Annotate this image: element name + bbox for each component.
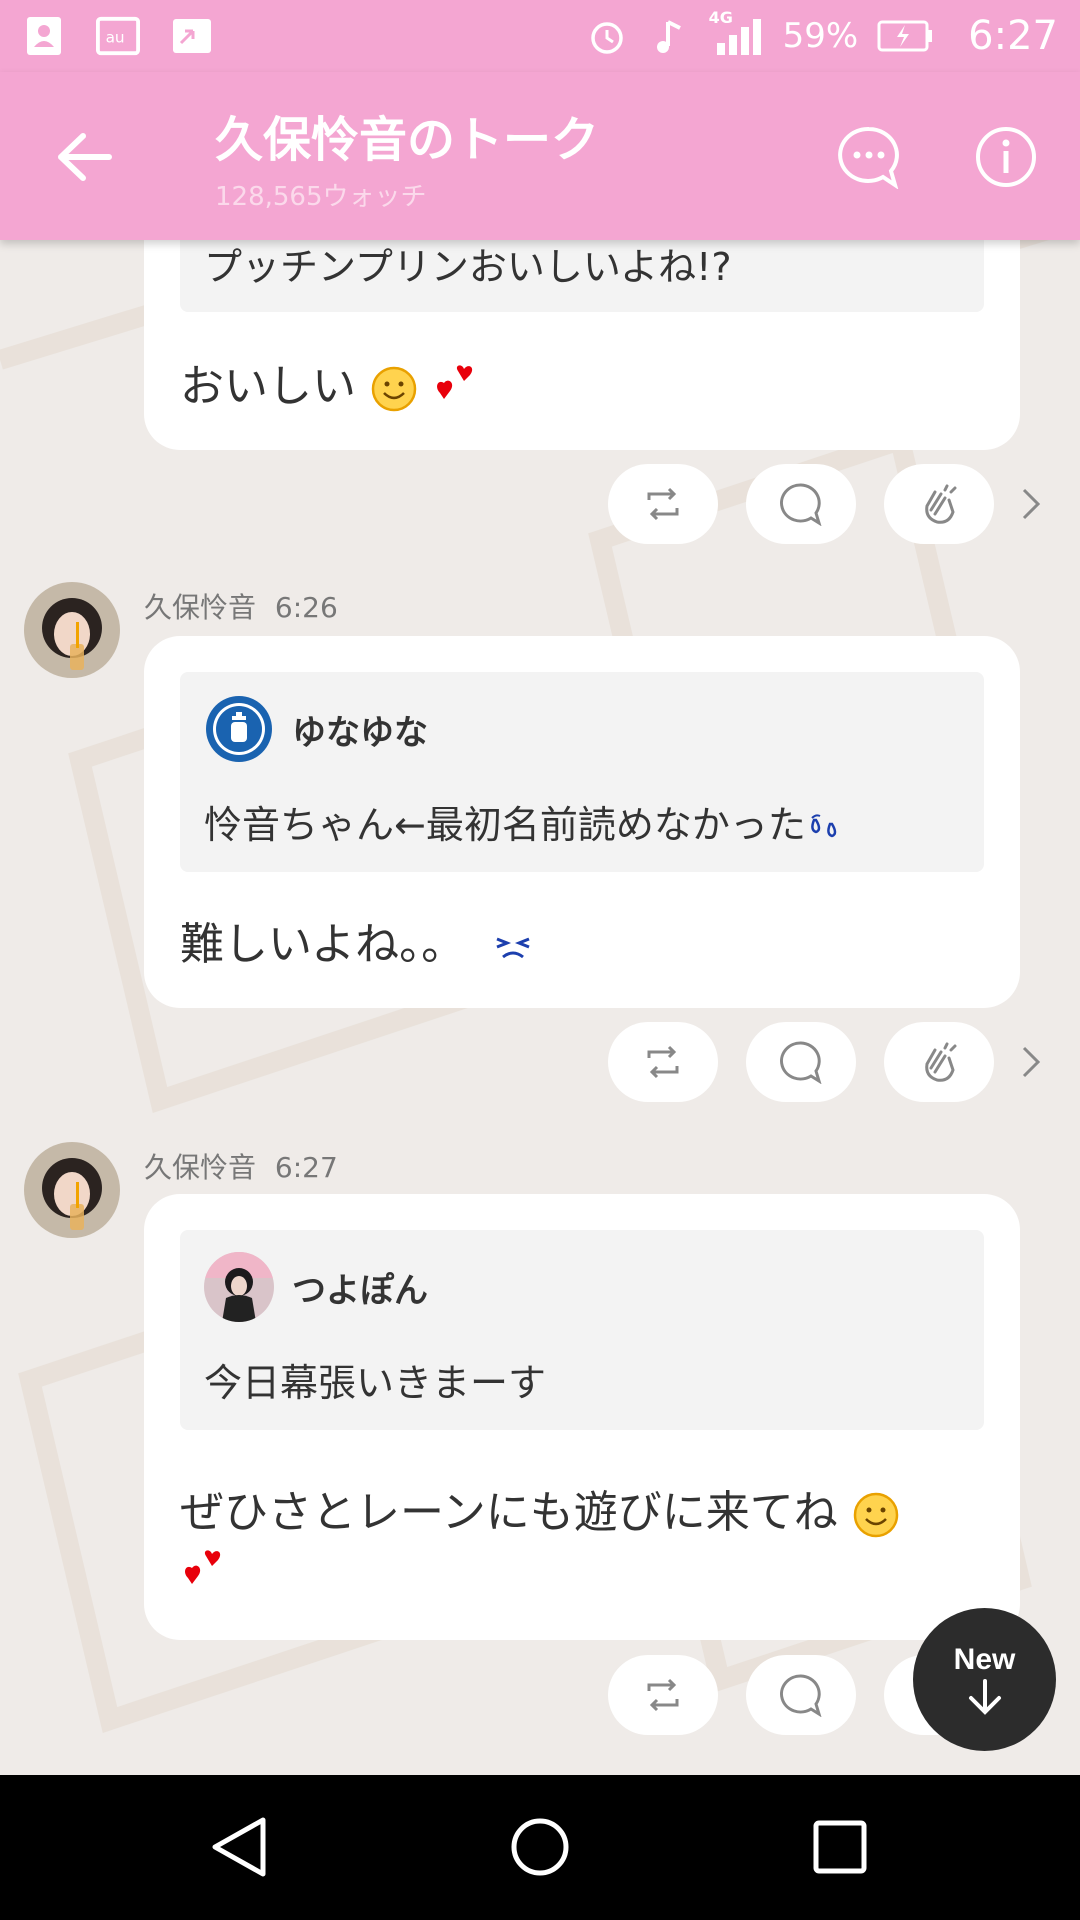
comment-button[interactable]	[746, 1022, 856, 1102]
smile-emoji-icon	[371, 366, 417, 412]
quoted-text: 怜音ちゃん←最初名前読めなかった	[204, 794, 844, 849]
triangle-back-icon	[212, 1817, 266, 1877]
message-meta: 久保怜音 6:26	[144, 586, 338, 626]
contacts-icon	[22, 14, 66, 58]
timestamp: 6:26	[274, 591, 338, 624]
chat-bubble-icon	[838, 126, 899, 189]
battery-charging-icon	[876, 14, 936, 58]
repost-icon	[647, 1045, 679, 1079]
two-hearts-emoji-icon	[185, 1550, 221, 1584]
sender-name: 久保怜音	[144, 1151, 257, 1184]
circle-home-icon	[511, 1818, 569, 1876]
clock: 6:27	[968, 13, 1058, 59]
timestamp: 6:27	[274, 1151, 338, 1184]
chevron-right-icon	[1022, 488, 1041, 520]
talk-timeline[interactable]: プッチンプリンおいしいよね!? おいしい 久保怜音 6:26 ゆなゆな 怜音ちゃ…	[0, 0, 1080, 1775]
message-bubble: ゆなゆな 怜音ちゃん←最初名前読めなかった 難しいよね。。	[144, 636, 1020, 1008]
message-meta: 久保怜音 6:27	[144, 1146, 338, 1186]
sender-name: 久保怜音	[144, 591, 257, 624]
music-icon	[647, 14, 691, 58]
repost-icon	[647, 487, 679, 521]
status-bar: au 4G 59% 6:27	[0, 0, 1080, 72]
app-header: 久保怜音のトーク 128,565ウォッチ	[0, 72, 1080, 240]
comment-button[interactable]	[746, 1655, 856, 1735]
svg-text:au: au	[106, 29, 125, 47]
smile-emoji-icon	[853, 1492, 899, 1538]
more-reactions-button[interactable]	[1016, 486, 1046, 522]
reaction-bar	[608, 1022, 1046, 1102]
info-button[interactable]	[973, 124, 1039, 190]
quoted-text: 今日幕張いきまーす	[204, 1361, 547, 1405]
two-hearts-emoji-icon	[437, 365, 473, 399]
quoted-message[interactable]: つよぽん 今日幕張いきまーす	[180, 1230, 984, 1430]
watch-count: 128,565ウォッチ	[215, 182, 427, 212]
avatar[interactable]	[24, 1142, 120, 1238]
comments-button[interactable]	[836, 124, 902, 190]
quoted-user-name: つよぽん	[292, 1270, 428, 1311]
arrow-down-icon	[968, 1678, 1001, 1715]
info-icon	[976, 127, 1036, 187]
message-bubble: つよぽん 今日幕張いきまーす ぜひさとレーンにも遊びに来てね	[144, 1194, 1020, 1640]
system-navigation-bar	[0, 1775, 1080, 1920]
clap-hands-icon	[925, 1042, 957, 1082]
more-reactions-button[interactable]	[1016, 1044, 1046, 1080]
battery-percent: 59%	[782, 16, 859, 56]
avatar[interactable]	[24, 582, 120, 678]
repost-button[interactable]	[608, 1655, 718, 1735]
scroll-to-new-button[interactable]: New	[913, 1608, 1056, 1751]
repost-button[interactable]	[608, 1022, 718, 1102]
sweat-drops-emoji-icon	[811, 813, 837, 837]
comment-icon	[780, 483, 822, 526]
quoted-user-name: ゆなゆな	[292, 712, 428, 753]
page-title: 久保怜音のトーク	[215, 112, 600, 168]
clap-button[interactable]	[884, 464, 994, 544]
alarm-icon	[585, 14, 629, 58]
crying-emoji-icon	[496, 937, 530, 959]
message-text: おいしい	[180, 350, 480, 415]
quoted-user-avatar	[204, 694, 274, 764]
transfer-icon	[170, 14, 214, 58]
back-arrow-icon	[58, 133, 112, 181]
clap-hands-icon	[925, 484, 957, 524]
quoted-text: プッチンプリンおいしいよね!?	[204, 245, 732, 289]
nav-home-button[interactable]	[500, 1807, 580, 1887]
nav-recents-button[interactable]	[800, 1807, 880, 1887]
message-text: 難しいよね。。	[180, 908, 533, 972]
signal-icon: 4G	[709, 8, 765, 58]
reaction-bar	[608, 464, 1046, 544]
chevron-right-icon	[1022, 1046, 1041, 1078]
quoted-user-avatar	[204, 1252, 274, 1322]
back-button[interactable]	[50, 122, 120, 192]
message-text: ぜひさとレーンにも遊びに来てね	[180, 1476, 900, 1540]
quoted-message[interactable]: ゆなゆな 怜音ちゃん←最初名前読めなかった	[180, 672, 984, 872]
clap-button[interactable]	[884, 1022, 994, 1102]
square-recents-icon	[813, 1820, 867, 1874]
nav-back-button[interactable]	[200, 1807, 280, 1887]
comment-icon	[780, 1041, 822, 1084]
repost-button[interactable]	[608, 464, 718, 544]
comment-button[interactable]	[746, 464, 856, 544]
comment-icon	[780, 1674, 822, 1717]
network-type-label: 4G	[708, 8, 733, 27]
repost-icon	[647, 1678, 679, 1712]
new-label: New	[953, 1642, 1016, 1676]
au-icon: au	[96, 14, 140, 58]
